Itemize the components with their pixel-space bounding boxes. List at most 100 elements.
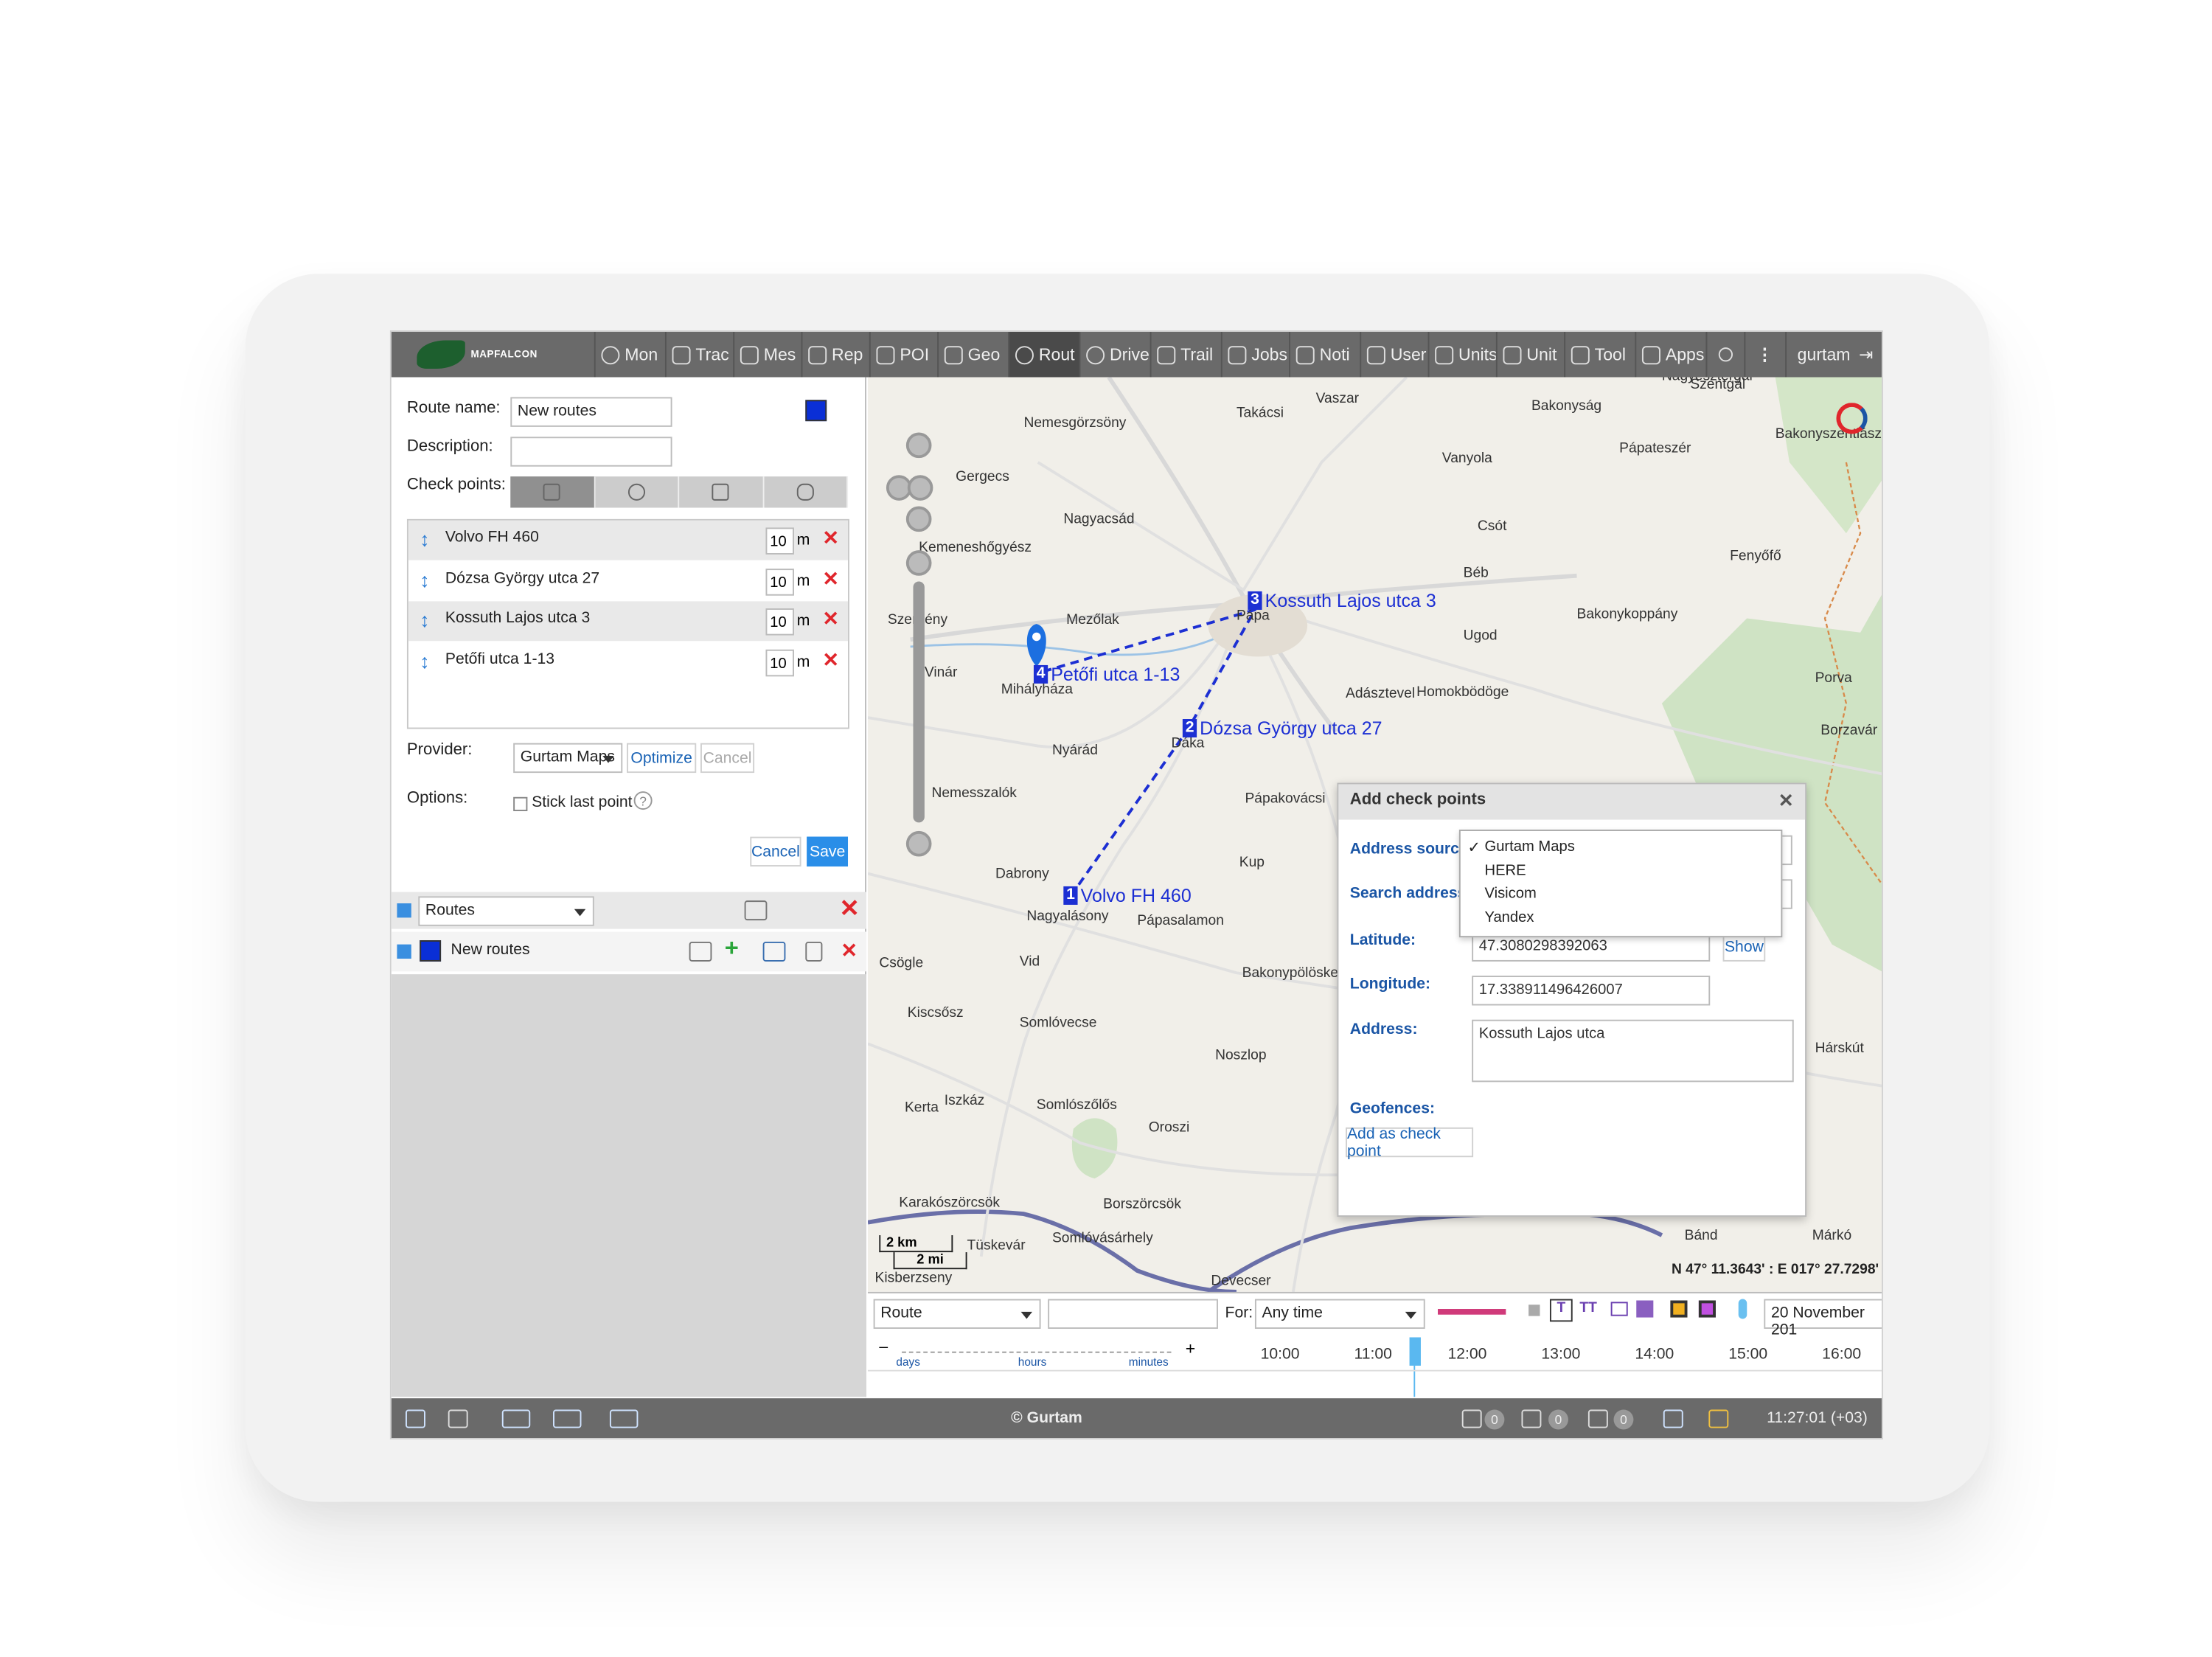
events-icon[interactable] bbox=[1670, 1300, 1688, 1318]
route-point-label-3[interactable]: 3 Kossuth Lajos utca 3 bbox=[1248, 590, 1436, 611]
zoom-out-button[interactable] bbox=[905, 830, 932, 857]
add-as-check-point-button[interactable]: Add as check point bbox=[1346, 1125, 1474, 1159]
timeline-cursor[interactable] bbox=[1409, 1337, 1421, 1366]
markers-icon[interactable] bbox=[1698, 1300, 1716, 1318]
stats-icon[interactable] bbox=[1636, 1300, 1654, 1318]
check-point-row[interactable]: ↕ Volvo FH 460 10 m ✕ bbox=[408, 520, 849, 560]
nav-item-rep[interactable]: Rep bbox=[800, 332, 869, 378]
nav-item-tool[interactable]: Tool bbox=[1563, 332, 1634, 378]
truck-add-icon[interactable] bbox=[609, 1409, 639, 1428]
grid-layout-icon[interactable] bbox=[448, 1409, 468, 1428]
nav-item-geo[interactable]: Geo bbox=[936, 332, 1007, 378]
timeline-search-input[interactable] bbox=[1048, 1299, 1218, 1329]
scale-plus-icon[interactable]: + bbox=[1186, 1338, 1195, 1358]
notification-icon[interactable] bbox=[1461, 1409, 1482, 1428]
nav-item-trac[interactable]: Trac bbox=[664, 332, 732, 378]
route-list-item[interactable]: New routes + ✕ bbox=[391, 931, 867, 972]
dropdown-option[interactable]: Visicom bbox=[1484, 885, 1536, 902]
track-color-icon[interactable] bbox=[1438, 1309, 1506, 1315]
drag-handle-icon[interactable]: ↕ bbox=[420, 649, 429, 672]
add-schedule-icon[interactable]: + bbox=[725, 934, 739, 962]
user-menu-button[interactable]: gurtam ⇥ bbox=[1784, 332, 1882, 378]
nav-item-jobs[interactable]: Jobs bbox=[1220, 332, 1288, 378]
drag-handle-icon[interactable]: ↕ bbox=[420, 527, 429, 550]
delete-route-icon[interactable]: ✕ bbox=[841, 939, 858, 963]
truck-icon[interactable] bbox=[501, 1409, 531, 1428]
route-properties-icon[interactable] bbox=[689, 941, 712, 962]
pan-up-button[interactable] bbox=[905, 432, 932, 459]
delete-check-point-icon[interactable]: ✕ bbox=[822, 647, 839, 672]
nav-item-user[interactable]: User bbox=[1359, 332, 1427, 378]
timeline-mode-select[interactable]: Route bbox=[873, 1299, 1041, 1329]
route-visibility-checkbox[interactable] bbox=[397, 944, 411, 959]
time-range-select[interactable]: Any time bbox=[1254, 1299, 1425, 1329]
nav-item-units[interactable]: Units bbox=[1427, 332, 1495, 378]
address-textarea[interactable]: Kossuth Lajos utca bbox=[1472, 1019, 1794, 1083]
cancel-button[interactable]: Cancel bbox=[750, 836, 801, 867]
zoom-in-button[interactable] bbox=[905, 550, 932, 576]
copy-icon[interactable] bbox=[805, 941, 823, 962]
search-button[interactable] bbox=[1705, 332, 1744, 378]
longitude-input[interactable]: 17.338911496426007 bbox=[1472, 976, 1711, 1006]
nav-item-noti[interactable]: Noti bbox=[1288, 332, 1359, 378]
thermometer-icon[interactable] bbox=[1738, 1299, 1747, 1319]
image-icon[interactable] bbox=[1587, 1409, 1608, 1428]
dropdown-option[interactable]: Gurtam Maps bbox=[1484, 838, 1574, 855]
pan-down-button[interactable] bbox=[905, 506, 932, 532]
route-color-swatch[interactable] bbox=[805, 400, 827, 422]
nav-item-trail[interactable]: Trail bbox=[1149, 332, 1220, 378]
nav-item-unit[interactable]: Unit bbox=[1495, 332, 1563, 378]
nav-item-poi[interactable]: POI bbox=[869, 332, 936, 378]
apps-color-icon[interactable] bbox=[1708, 1409, 1729, 1428]
routes-filter-select[interactable]: Routes bbox=[418, 896, 594, 926]
check-point-row[interactable]: ↕ Petőfi utca 1-13 10 m ✕ bbox=[408, 642, 848, 681]
tab-map-address[interactable] bbox=[764, 476, 849, 508]
select-all-checkbox[interactable] bbox=[397, 903, 411, 918]
check-point-radius-input[interactable]: 10 bbox=[765, 527, 794, 555]
more-menu-button[interactable]: ⋮ bbox=[1743, 332, 1785, 378]
check-point-radius-input[interactable]: 10 bbox=[765, 648, 794, 676]
save-button[interactable]: Save bbox=[807, 836, 849, 867]
route-point-label-4[interactable]: 4 Petőfi utca 1-13 bbox=[1033, 664, 1180, 685]
layer-icon[interactable] bbox=[1610, 1302, 1628, 1316]
drag-handle-icon[interactable]: ↕ bbox=[420, 608, 429, 631]
text-toggle-icon[interactable]: T bbox=[1549, 1299, 1573, 1322]
dropdown-option[interactable]: HERE bbox=[1484, 861, 1526, 878]
tab-poi[interactable] bbox=[679, 476, 764, 508]
text-toggle-2-icon[interactable]: TT bbox=[1579, 1300, 1596, 1316]
check-point-row[interactable]: ↕ Dózsa György utca 27 10 m ✕ bbox=[408, 561, 848, 601]
nav-item-apps[interactable]: Apps bbox=[1634, 332, 1705, 378]
book-icon[interactable] bbox=[1663, 1409, 1683, 1428]
delete-all-icon[interactable]: ✕ bbox=[839, 894, 859, 923]
route-name-input[interactable]: New routes bbox=[510, 397, 672, 427]
drag-handle-icon[interactable]: ↕ bbox=[420, 568, 429, 591]
provider-select[interactable]: Gurtam Maps bbox=[513, 743, 623, 774]
panel-layout-icon[interactable] bbox=[406, 1409, 425, 1428]
nav-item-mes[interactable]: Mes bbox=[732, 332, 800, 378]
messages-icon[interactable] bbox=[1521, 1409, 1542, 1428]
timeline-scale-slider[interactable]: – + days hours minutes bbox=[874, 1336, 1203, 1370]
route-point-label-1[interactable]: 1 Volvo FH 460 bbox=[1063, 885, 1192, 906]
stop-icon[interactable] bbox=[1528, 1305, 1540, 1316]
delete-check-point-icon[interactable]: ✕ bbox=[822, 566, 839, 591]
schedule-table-icon[interactable] bbox=[762, 941, 786, 962]
tab-units[interactable] bbox=[510, 476, 595, 508]
route-edit-icon[interactable] bbox=[744, 900, 768, 921]
nav-item-mon[interactable]: Mon bbox=[593, 332, 664, 378]
dropdown-option[interactable]: Yandex bbox=[1484, 909, 1534, 925]
date-input[interactable]: 20 November 201 bbox=[1764, 1299, 1882, 1338]
delete-check-point-icon[interactable]: ✕ bbox=[822, 526, 839, 550]
description-input[interactable] bbox=[510, 437, 672, 467]
cancel-optimize-button[interactable]: Cancel bbox=[700, 743, 755, 774]
check-point-radius-input[interactable]: 10 bbox=[765, 608, 794, 636]
delete-check-point-icon[interactable]: ✕ bbox=[822, 607, 839, 631]
scale-minus-icon[interactable]: – bbox=[879, 1338, 888, 1355]
optimize-button[interactable]: Optimize bbox=[627, 743, 697, 774]
zoom-slider[interactable] bbox=[913, 581, 925, 823]
close-icon[interactable]: ✕ bbox=[1778, 790, 1794, 813]
nav-item-rout[interactable]: Rout bbox=[1007, 332, 1079, 378]
help-icon[interactable]: ? bbox=[633, 791, 653, 810]
check-point-radius-input[interactable]: 10 bbox=[765, 568, 794, 595]
stick-last-point-checkbox[interactable] bbox=[513, 796, 528, 812]
tab-geofences[interactable] bbox=[595, 476, 680, 508]
